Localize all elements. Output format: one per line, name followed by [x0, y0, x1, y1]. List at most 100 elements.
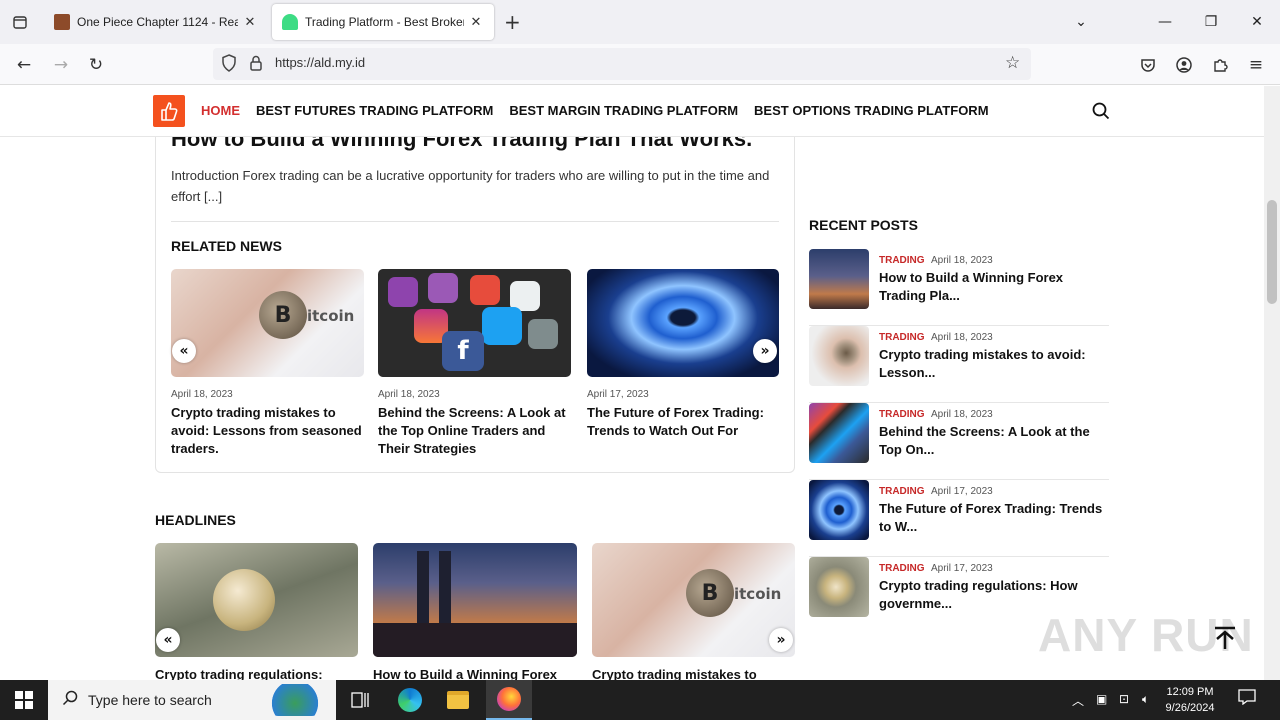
tab-trading-platform[interactable]: Trading Platform - Best Broker F ✕ [272, 4, 494, 40]
related-date: April 17, 2023 [587, 389, 649, 400]
post-date: April 17, 2023 [931, 486, 993, 497]
volume-icon[interactable]: 🔈︎ [1142, 692, 1149, 707]
post-date: April 18, 2023 [931, 332, 993, 343]
social-apps-thumbnail[interactable] [809, 403, 869, 463]
system-clock[interactable]: 12:09 PM 9/26/2024 [1156, 684, 1224, 716]
menu-home[interactable]: HOME [201, 103, 240, 118]
bitcoin-hand-image[interactable]: B itcoin [171, 269, 364, 377]
related-title[interactable]: Crypto trading mistakes to avoid: Lesson… [171, 404, 364, 458]
related-title[interactable]: The Future of Forex Trading: Trends to W… [587, 404, 779, 440]
task-view-icon[interactable] [340, 684, 380, 716]
recent-post-item[interactable]: TRADING April 18, 2023 How to Build a Wi… [809, 249, 1109, 326]
blue-eye-thumbnail[interactable] [809, 480, 869, 540]
city-skyline-image[interactable] [373, 543, 577, 657]
bitcoin-dollars-thumbnail[interactable] [809, 557, 869, 617]
search-icon [62, 690, 78, 710]
tab-overview-icon[interactable] [0, 0, 40, 44]
recent-posts-heading: RECENT POSTS [809, 217, 918, 233]
post-title[interactable]: How to Build a Winning Forex Trading Pla… [879, 269, 1109, 305]
list-tabs-icon[interactable]: ⌄ [1058, 0, 1104, 44]
page-scrollbar[interactable] [1264, 86, 1280, 680]
pocket-icon[interactable] [1135, 52, 1161, 78]
taskbar-search-placeholder: Type here to search [88, 692, 212, 708]
windows-start-icon[interactable] [0, 680, 48, 720]
forward-icon[interactable]: → [48, 52, 74, 78]
url-text[interactable]: https://ald.my.id [275, 55, 365, 70]
menu-margin[interactable]: BEST MARGIN TRADING PLATFORM [509, 103, 738, 118]
related-title[interactable]: Behind the Screens: A Look at the Top On… [378, 404, 571, 458]
main-menu: HOME BEST FUTURES TRADING PLATFORM BEST … [201, 103, 989, 118]
recent-post-item[interactable]: TRADING April 18, 2023 Behind the Screen… [809, 403, 1109, 480]
navigation-toolbar: ← → ↻ https://ald.my.id ☆ ≡ [0, 44, 1280, 85]
carousel-next-button[interactable]: » [753, 339, 777, 363]
headline-item[interactable]: How to Build a Winning Forex [373, 543, 577, 680]
taskbar: Type here to search ︿ ▣ ⊡ 🔈︎ 12:09 PM 9/… [0, 680, 1280, 720]
minimize-icon[interactable]: — [1142, 0, 1188, 44]
recent-post-item[interactable]: TRADING April 17, 2023 The Future of For… [809, 480, 1109, 557]
account-icon[interactable] [1171, 52, 1197, 78]
headlines-prev-button[interactable]: « [156, 628, 180, 652]
bitcoin-text: itcoin [307, 307, 355, 325]
related-item[interactable]: April 17, 2023 The Future of Forex Tradi… [587, 269, 779, 440]
related-item[interactable]: B itcoin April 18, 2023 Crypto trading m… [171, 269, 364, 458]
menu-futures[interactable]: BEST FUTURES TRADING PLATFORM [256, 103, 493, 118]
post-category[interactable]: TRADING [879, 409, 925, 420]
extensions-icon[interactable] [1207, 52, 1233, 78]
edge-browser-icon[interactable] [390, 684, 430, 716]
lock-icon[interactable] [249, 55, 263, 75]
bookmark-star-icon[interactable]: ☆ [1005, 53, 1020, 73]
headline-title[interactable]: Crypto trading mistakes to [592, 667, 795, 680]
site-logo[interactable] [153, 95, 185, 127]
scroll-to-top-icon[interactable] [1214, 626, 1236, 656]
site-header: HOME BEST FUTURES TRADING PLATFORM BEST … [0, 86, 1264, 137]
tab-strip: One Piece Chapter 1124 - Read ✕ Trading … [0, 0, 1280, 44]
post-category[interactable]: TRADING [879, 486, 925, 497]
post-date: April 18, 2023 [931, 255, 993, 266]
one-piece-favicon-icon [54, 14, 70, 30]
close-tab-icon[interactable]: ✕ [242, 15, 258, 30]
app-menu-icon[interactable]: ≡ [1243, 52, 1269, 78]
bitcoin-hand-thumbnail[interactable] [809, 326, 869, 386]
headline-title[interactable]: Crypto trading regulations: [155, 667, 358, 680]
meet-now-icon[interactable]: ▣ [1096, 692, 1107, 706]
post-category[interactable]: TRADING [879, 255, 925, 266]
headlines-next-button[interactable]: » [769, 628, 793, 652]
headline-item[interactable]: B itcoin Crypto trading mistakes to [592, 543, 795, 680]
headlines-heading: HEADLINES [155, 512, 236, 528]
back-icon[interactable]: ← [11, 52, 37, 78]
carousel-prev-button[interactable]: « [172, 339, 196, 363]
shield-icon[interactable] [221, 54, 237, 76]
headline-title[interactable]: How to Build a Winning Forex [373, 667, 577, 680]
menu-options[interactable]: BEST OPTIONS TRADING PLATFORM [754, 103, 988, 118]
blue-eye-image[interactable] [587, 269, 779, 377]
post-title[interactable]: Behind the Screens: A Look at the Top On… [879, 423, 1109, 459]
search-icon[interactable] [1092, 102, 1110, 124]
close-window-icon[interactable]: ✕ [1234, 0, 1280, 44]
related-item[interactable]: f April 18, 2023 Behind the Screens: A L… [378, 269, 571, 458]
taskbar-search-box[interactable]: Type here to search [48, 680, 336, 720]
web-page: HOME BEST FUTURES TRADING PLATFORM BEST … [0, 86, 1264, 680]
bitcoin-dollars-image[interactable] [155, 543, 358, 657]
show-hidden-icons-icon[interactable]: ︿ [1072, 692, 1084, 709]
post-category[interactable]: TRADING [879, 332, 925, 343]
tab-one-piece[interactable]: One Piece Chapter 1124 - Read ✕ [44, 4, 268, 40]
android-favicon-icon [282, 14, 298, 30]
recent-post-item[interactable]: TRADING April 18, 2023 Crypto trading mi… [809, 326, 1109, 403]
restore-icon[interactable]: ❐ [1188, 0, 1234, 44]
post-title[interactable]: The Future of Forex Trading: Trends to W… [879, 500, 1109, 536]
post-category[interactable]: TRADING [879, 563, 925, 574]
reload-icon[interactable]: ↻ [83, 52, 109, 78]
city-skyline-thumbnail[interactable] [809, 249, 869, 309]
file-explorer-icon[interactable] [438, 684, 478, 716]
new-tab-icon[interactable]: + [504, 10, 521, 34]
notifications-icon[interactable] [1238, 689, 1256, 709]
network-icon[interactable]: ⊡ [1119, 692, 1129, 706]
post-title[interactable]: Crypto trading mistakes to avoid: Lesson… [879, 346, 1109, 382]
address-bar[interactable]: https://ald.my.id ☆ [213, 48, 1031, 80]
firefox-icon[interactable] [486, 680, 532, 720]
scrollbar-thumb[interactable] [1267, 200, 1277, 304]
headline-item[interactable]: Crypto trading regulations: [155, 543, 358, 680]
close-tab-icon[interactable]: ✕ [468, 15, 484, 30]
bitcoin-hand-image[interactable]: B itcoin [592, 543, 795, 657]
social-apps-image[interactable]: f [378, 269, 571, 377]
